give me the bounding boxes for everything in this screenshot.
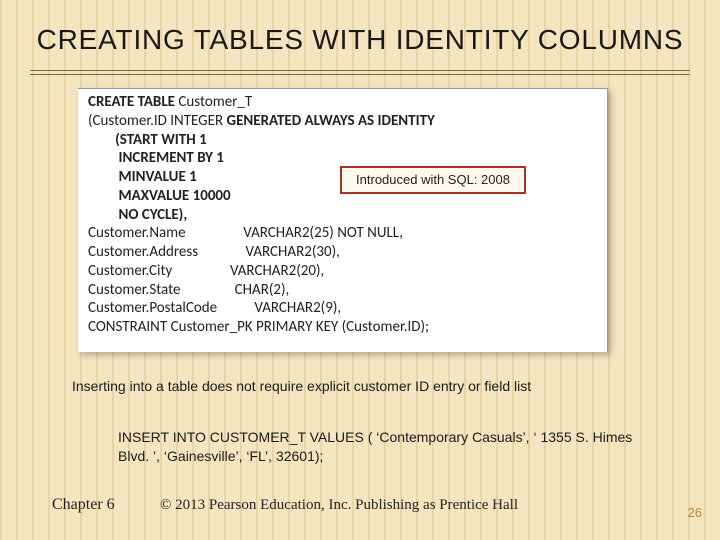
code-line: NO CYCLE), bbox=[88, 206, 597, 225]
code-line: Customer.Name VARCHAR2(25) NOT NULL, bbox=[88, 224, 597, 243]
code-line: Customer.City VARCHAR2(20), bbox=[88, 262, 597, 281]
code-line: CONSTRAINT Customer_PK PRIMARY KEY (Cust… bbox=[88, 318, 597, 337]
insert-statement: INSERT INTO CUSTOMER_T VALUES ( ‘Contemp… bbox=[118, 428, 636, 466]
title-rule bbox=[30, 70, 690, 76]
callout-box: Introduced with SQL: 2008 bbox=[340, 166, 526, 194]
copyright-text: © 2013 Pearson Education, Inc. Publishin… bbox=[160, 497, 518, 514]
code-text: Customer_T bbox=[175, 93, 252, 111]
code-line: Customer.Address VARCHAR2(30), bbox=[88, 243, 597, 262]
code-line: Customer.State CHAR(2), bbox=[88, 281, 597, 300]
code-line: (Customer.ID INTEGER GENERATED ALWAYS AS… bbox=[88, 112, 597, 131]
code-text: (Customer.ID INTEGER bbox=[88, 112, 227, 130]
slide-title: CREATING TABLES WITH IDENTITY COLUMNS bbox=[0, 24, 720, 56]
keyword: CREATE TABLE bbox=[88, 93, 175, 111]
chapter-label: Chapter 6 bbox=[52, 496, 115, 514]
code-line: (START WITH 1 bbox=[88, 131, 597, 150]
keyword: GENERATED ALWAYS AS IDENTITY bbox=[227, 112, 435, 130]
code-line: Customer.PostalCode VARCHAR2(9), bbox=[88, 299, 597, 318]
explanation-text: Inserting into a table does not require … bbox=[72, 378, 656, 396]
code-line: CREATE TABLE Customer_T bbox=[88, 93, 597, 112]
sql-code-figure: CREATE TABLE Customer_T (Customer.ID INT… bbox=[78, 88, 608, 352]
slide: CREATING TABLES WITH IDENTITY COLUMNS CR… bbox=[0, 0, 720, 540]
page-number: 26 bbox=[688, 505, 702, 520]
